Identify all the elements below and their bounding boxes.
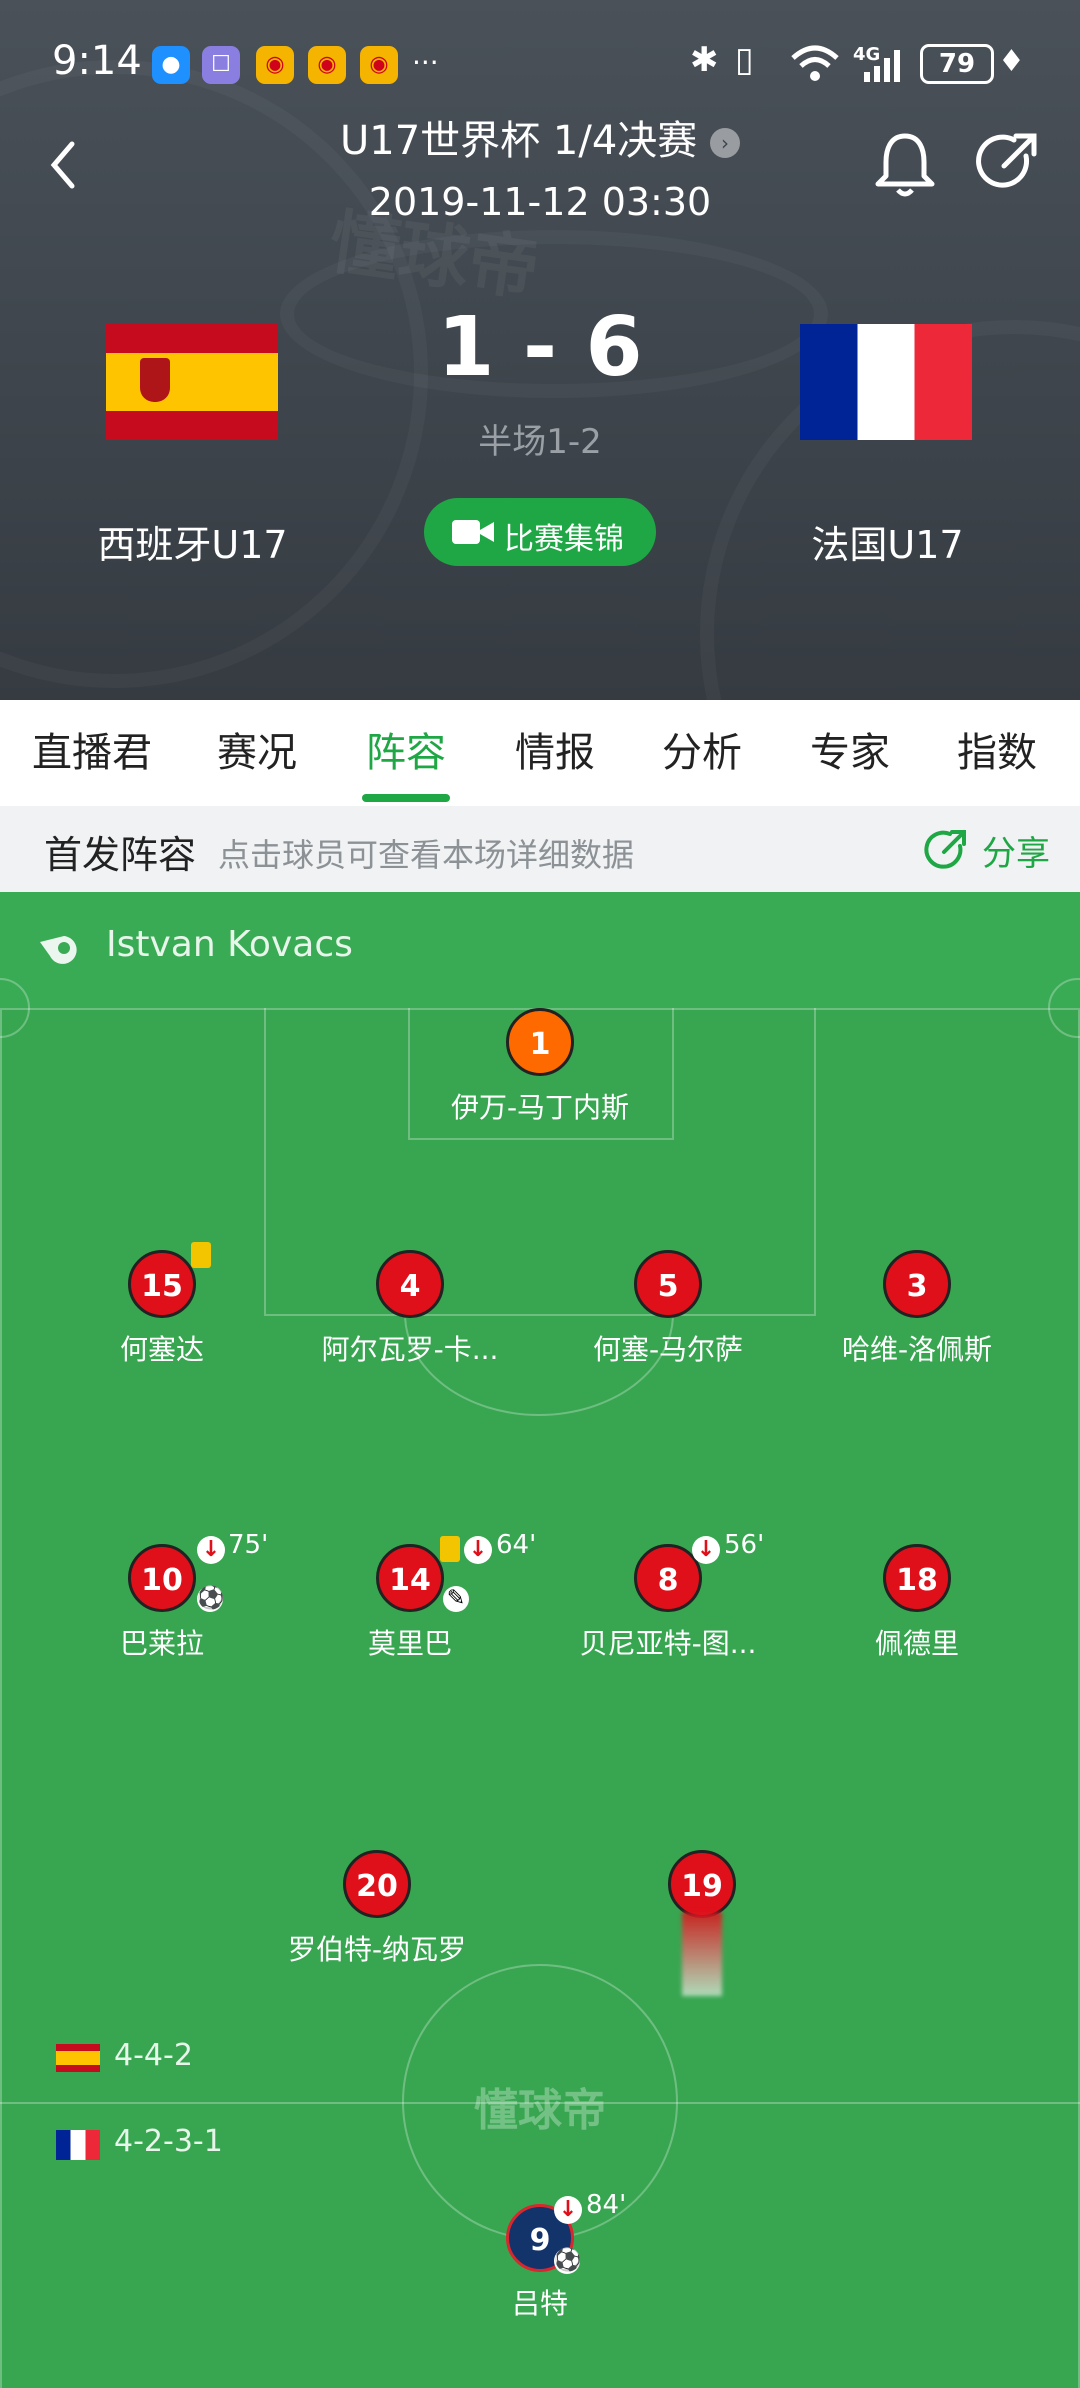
player-midfielder[interactable]: 14 ↓ 64' ✎ 莫里巴 [280,1530,540,1662]
substitution-time: 64' [496,1530,537,1560]
competition-title: U17世界杯 1/4决赛 [340,118,698,164]
weibo-icon: ◉ [360,46,398,84]
player-midfielder[interactable]: 8 ↓ 56' 贝尼亚特-图... [538,1530,798,1662]
share-icon[interactable] [976,130,1040,194]
highlights-label: 比赛集锦 [504,522,624,557]
loading-placeholder [682,1912,722,1996]
spain-flag-icon [56,2044,100,2072]
player-name: 阿尔瓦罗-卡... [321,1333,499,1366]
yellow-card-icon [191,1242,211,1268]
player-name: 贝尼亚特-图... [579,1627,757,1660]
share-lineup-button[interactable]: 分享 [922,818,1062,878]
lineup-title: 首发阵容 [44,833,197,877]
player-forward[interactable]: 19 [572,1850,832,2006]
final-score: 1 - 6 [437,300,643,395]
goal-ball-icon: ⚽ [197,1586,225,1612]
player-number-badge: 1 [506,1008,574,1076]
bell-icon[interactable] [874,130,936,198]
tab-live[interactable]: 直播君 [32,720,152,778]
tab-experts[interactable]: 专家 [810,720,890,778]
referee-name: Istvan Kovacs [106,924,353,965]
goal-ball-icon: ⚽ [554,2248,582,2274]
wifi-icon [791,45,839,81]
player-number-badge: 4 [376,1250,444,1318]
substitution-off-icon: ↓ [692,1536,720,1564]
player-name: 哈维-洛佩斯 [841,1333,993,1366]
player-name: 何塞达 [119,1333,204,1366]
player-number-badge: 19 [668,1850,736,1918]
pitch: Istvan Kovacs 懂球帝 4-4-2 4-2-3-1 1 伊万-马丁内… [0,892,1080,2388]
player-number-badge: 18 [883,1544,951,1612]
player-defender[interactable]: 5 何塞-马尔萨 [538,1250,798,1368]
player-number-badge: 3 [883,1250,951,1318]
player-defender[interactable]: 3 哈维-洛佩斯 [787,1250,1047,1368]
yellow-card-icon [440,1536,460,1562]
battery-level: 79 [938,49,976,79]
player-name: 佩德里 [874,1627,959,1660]
tab-lineup[interactable]: 阵容 [366,720,446,778]
home-formation: 4-4-2 [114,2038,193,2073]
chat-app-icon: ● [152,46,190,84]
player-name: 吕特 [511,2287,568,2320]
player-midfielder[interactable]: 10 ↓ 75' ⚽ 巴莱拉 [32,1530,292,1662]
weibo-icon: ◉ [256,46,294,84]
player-defender[interactable]: 4 阿尔瓦罗-卡... [280,1250,540,1368]
tab-intel[interactable]: 情报 [515,720,595,778]
tab-events[interactable]: 赛况 [217,720,297,778]
player-name: 罗伯特-纳瓦罗 [287,1933,467,1966]
player-number-badge: 15 [128,1250,196,1318]
highlights-button[interactable]: 比赛集锦 [424,498,656,566]
substitution-time: 84' [586,2190,627,2220]
france-flag-icon [56,2130,100,2160]
player-midfielder[interactable]: 18 佩德里 [787,1544,1047,1662]
weibo-icon: ◉ [308,46,346,84]
charging-icon: ♦ [998,44,1025,79]
player-number-badge: 10 [128,1544,196,1612]
player-defender[interactable]: 15 何塞达 [32,1242,292,1368]
player-goalkeeper[interactable]: 1 伊万-马丁内斯 [410,1008,670,1126]
player-away-forward[interactable]: 9 ↓ 84' ⚽ 吕特 [410,2190,670,2322]
player-name: 何塞-马尔萨 [592,1333,744,1366]
player-number-badge: 5 [634,1250,702,1318]
player-number-badge: 14 [376,1544,444,1612]
player-name: 巴莱拉 [119,1627,204,1660]
player-number-badge: 20 [343,1850,411,1918]
share-icon [924,830,966,869]
tab-analysis[interactable]: 分析 [662,720,742,778]
active-tab-indicator [362,794,450,802]
whistle-icon [40,936,77,964]
bluetooth-icon: ✱ [690,40,719,80]
more-notifications-icon: ··· [412,46,439,79]
player-forward[interactable]: 20 罗伯特-纳瓦罗 [247,1850,507,1968]
substitution-time: 75' [228,1530,269,1560]
away-formation: 4-2-3-1 [114,2124,223,2159]
substitution-off-icon: ↓ [197,1536,225,1564]
battery-icon: 79 [920,44,994,84]
share-label: 分享 [982,834,1050,874]
player-name: 伊万-马丁内斯 [450,1091,630,1124]
chevron-right-icon: › [709,128,740,158]
substitution-time: 56' [724,1530,765,1560]
video-camera-icon [452,520,494,544]
tab-odds[interactable]: 指数 [957,720,1037,778]
status-time: 9:14 [52,38,142,84]
match-header: 懂球帝 9:14 ● ☐ ◉ ◉ ◉ ··· ✱ ▯ 4G 79 ♦ U17世界… [0,0,1080,700]
away-team-name[interactable]: 法国U17 [735,514,1040,569]
player-name: 莫里巴 [367,1627,452,1660]
lineup-header: 首发阵容 点击球员可查看本场详细数据 分享 [0,806,1080,892]
vibrate-icon: ▯ [735,40,754,80]
halftime-score: 半场1-2 [478,422,602,462]
signal-icon [864,50,900,82]
substitution-off-icon: ↓ [464,1536,492,1564]
app-notification-icon: ☐ [202,46,240,84]
assist-boot-icon: ✎ [443,1586,469,1612]
home-team-name[interactable]: 西班牙U17 [40,514,345,569]
tab-bar: 直播君 赛况 阵容 情报 分析 专家 指数 [0,700,1080,806]
substitution-off-icon: ↓ [554,2196,582,2224]
lineup-hint: 点击球员可查看本场详细数据 [218,836,635,874]
